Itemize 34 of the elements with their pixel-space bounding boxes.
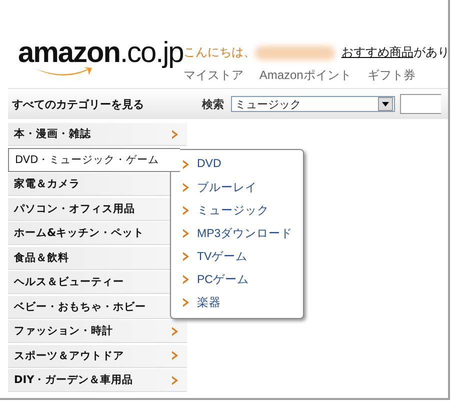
chevron-icon: [183, 206, 189, 214]
submenu-link[interactable]: ブルーレイ: [197, 180, 257, 194]
chevron-icon: [183, 252, 189, 260]
category-item[interactable]: DVD・ミュージック・ゲーム: [8, 148, 180, 172]
chevron-icon: [183, 160, 189, 168]
submenu-link[interactable]: MP3ダウンロード: [197, 226, 293, 240]
category-dropdown[interactable]: ミュージック: [231, 96, 395, 112]
chevron-icon: [183, 298, 189, 306]
nav-link[interactable]: ギフト券: [367, 67, 416, 84]
greeting-text: こんにちは、: [183, 44, 256, 61]
submenu-link[interactable]: 楽器: [197, 294, 221, 310]
submenu-link[interactable]: TVゲーム: [197, 248, 248, 264]
recommendation-link[interactable]: おすすめ商品: [341, 45, 414, 59]
chevron-icon: [172, 326, 178, 336]
submenu-link[interactable]: ミュージック: [197, 202, 269, 218]
chevron-icon: [172, 376, 178, 384]
nav-link[interactable]: マイストア: [183, 67, 244, 84]
logo-text[interactable]: amazon.co.jp: [18, 38, 184, 68]
chevron-icon: [183, 274, 189, 284]
nav-link[interactable]: Amazonポイント: [259, 67, 352, 84]
chevron-icon: [172, 130, 178, 138]
search-label: 検索: [202, 96, 224, 112]
recommendation-text: おすすめ商品があり: [341, 44, 448, 61]
search-field[interactable]: [400, 94, 441, 114]
category-item[interactable]: ファッション・時計: [8, 320, 187, 343]
chevron-icon: [172, 351, 178, 360]
category-item[interactable]: 本・漫画・雑誌: [8, 123, 187, 146]
category-item[interactable]: スポーツ＆アウトドア: [8, 344, 187, 368]
chevron-icon: [183, 228, 189, 238]
all-categories-link[interactable]: すべてのカテゴリーを見る: [8, 96, 202, 112]
submenu-link[interactable]: PCゲーム: [197, 272, 249, 286]
chevron-icon: [183, 182, 189, 192]
category-item[interactable]: DIY・ガーデン＆車用品: [8, 369, 187, 392]
submenu-link[interactable]: DVD: [197, 158, 222, 170]
